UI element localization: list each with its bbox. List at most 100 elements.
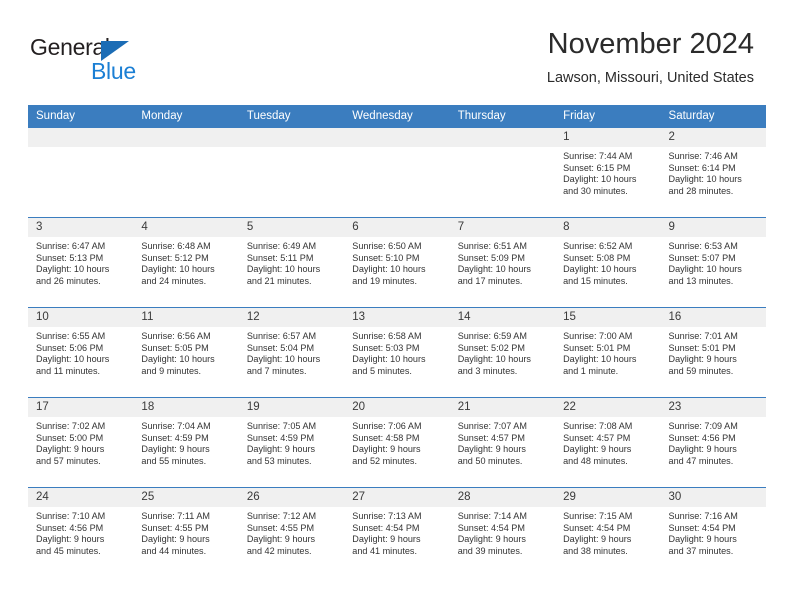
calendar-day-cell[interactable]: 5 Sunrise: 6:49 AM Sunset: 5:11 PM Daylight… (238, 217, 345, 308)
sunset-time: Sunset: 5:04 PM (246, 342, 315, 353)
calendar-day-cell[interactable]: 3 Sunrise: 6:47 AM Sunset: 5:13 PM Daylight… (28, 217, 134, 308)
calendar-page: General Blue November 2024 Lawson, Misso… (0, 0, 792, 612)
sunrise-time: Sunrise: 6:53 AM (668, 241, 738, 251)
calendar-day-cell-empty (344, 127, 450, 218)
day-number: 5 (238, 218, 345, 237)
day-number: 6 (344, 218, 450, 237)
calendar-day-cell[interactable]: 25 Sunrise: 7:11 AM Sunset: 4:55 PM Dayligh… (133, 487, 239, 578)
calendar-day-cell-empty (238, 127, 345, 218)
calendar-day-cell[interactable]: 8 Sunrise: 6:52 AM Sunset: 5:08 PM Daylight… (555, 217, 661, 308)
day-number: 30 (660, 488, 766, 507)
day-cell-inner: 24 Sunrise: 7:10 AM Sunset: 4:56 PM Dayligh… (28, 488, 134, 576)
weekday-header-monday: Monday (133, 105, 239, 128)
day-number: 27 (344, 488, 450, 507)
calendar-day-cell[interactable]: 28 Sunrise: 7:14 AM Sunset: 4:54 PM Dayligh… (449, 487, 556, 578)
calendar-day-cell[interactable]: 19 Sunrise: 7:05 AM Sunset: 4:59 PM Dayligh… (238, 397, 345, 488)
sunset-time: Sunset: 4:54 PM (457, 522, 525, 533)
title-block: November 2024 Lawson, Missouri, United S… (547, 26, 754, 87)
sunset-time: Sunset: 4:55 PM (246, 522, 315, 533)
calendar-day-cell[interactable]: 1 Sunrise: 7:44 AM Sunset: 6:15 PM Daylight… (555, 127, 661, 218)
day-number: 18 (133, 398, 239, 417)
calendar-day-cell[interactable]: 4 Sunrise: 6:48 AM Sunset: 5:12 PM Daylight… (133, 217, 239, 308)
day-number (238, 128, 345, 147)
sun-info: Sunrise: 7:46 AM Sunset: 6:14 PM Daylight:… (661, 147, 766, 197)
sun-info: Sunrise: 7:15 AM Sunset: 4:54 PM Daylight:… (555, 507, 660, 557)
day-number (449, 128, 556, 147)
calendar-day-cell[interactable]: 22 Sunrise: 7:08 AM Sunset: 4:57 PM Dayligh… (555, 397, 661, 488)
calendar-day-cell[interactable]: 9 Sunrise: 6:53 AM Sunset: 5:07 PM Daylight… (660, 217, 766, 308)
calendar-day-cell[interactable]: 26 Sunrise: 7:12 AM Sunset: 4:55 PM Dayligh… (238, 487, 345, 578)
logo-text-general: General (30, 34, 110, 60)
calendar-week-row: 1 Sunrise: 7:44 AM Sunset: 6:15 PM Daylight… (28, 127, 766, 218)
calendar-day-cell[interactable]: 20 Sunrise: 7:06 AM Sunset: 4:58 PM Dayligh… (344, 397, 450, 488)
daylight-duration-line1: Daylight: 9 hours (352, 444, 421, 455)
calendar-day-cell[interactable]: 27 Sunrise: 7:13 AM Sunset: 4:54 PM Dayligh… (344, 487, 450, 578)
day-number: 8 (555, 218, 661, 237)
calendar-day-cell[interactable]: 15 Sunrise: 7:00 AM Sunset: 5:01 PM Dayligh… (555, 307, 661, 398)
day-number: 22 (555, 398, 661, 417)
daylight-duration-line2: and 13 minutes. (668, 275, 734, 286)
sunset-time: Sunset: 5:12 PM (141, 252, 209, 263)
sunrise-time: Sunrise: 6:50 AM (352, 241, 422, 251)
calendar-day-cell[interactable]: 24 Sunrise: 7:10 AM Sunset: 4:56 PM Dayligh… (28, 487, 134, 578)
daylight-duration-line2: and 15 minutes. (563, 275, 628, 286)
calendar-day-cell[interactable]: 16 Sunrise: 7:01 AM Sunset: 5:01 PM Dayligh… (660, 307, 766, 398)
daylight-duration-line2: and 26 minutes. (36, 275, 101, 286)
sunrise-time: Sunrise: 7:05 AM (246, 421, 317, 431)
sunrise-time: Sunrise: 7:11 AM (141, 511, 210, 521)
calendar-day-cell[interactable]: 30 Sunrise: 7:16 AM Sunset: 4:54 PM Dayligh… (660, 487, 766, 578)
calendar-day-cell[interactable]: 18 Sunrise: 7:04 AM Sunset: 4:59 PM Dayligh… (133, 397, 239, 488)
day-number: 10 (28, 308, 134, 327)
sun-info: Sunrise: 7:09 AM Sunset: 4:56 PM Daylight:… (661, 417, 766, 467)
daylight-duration-line2: and 52 minutes. (352, 455, 417, 466)
day-cell-inner: 3 Sunrise: 6:47 AM Sunset: 5:13 PM Daylight… (28, 218, 134, 306)
daylight-duration-line2: and 17 minutes. (457, 275, 523, 286)
sunrise-time: Sunrise: 7:10 AM (36, 511, 106, 521)
sunset-time: Sunset: 5:08 PM (563, 252, 631, 263)
day-cell-inner (133, 128, 239, 216)
day-cell-inner: 17 Sunrise: 7:02 AM Sunset: 5:00 PM Dayligh… (28, 398, 134, 486)
page-header: General Blue November 2024 Lawson, Misso… (0, 0, 792, 100)
general-blue-logo[interactable]: General Blue (30, 34, 170, 86)
daylight-duration-line1: Daylight: 9 hours (563, 534, 632, 545)
calendar-day-cell[interactable]: 10 Sunrise: 6:55 AM Sunset: 5:06 PM Dayligh… (28, 307, 134, 398)
calendar-day-cell[interactable]: 17 Sunrise: 7:02 AM Sunset: 5:00 PM Dayligh… (28, 397, 134, 488)
sun-info: Sunrise: 7:05 AM Sunset: 4:59 PM Daylight:… (239, 417, 344, 467)
daylight-duration-line2: and 28 minutes. (668, 185, 734, 196)
day-number: 19 (238, 398, 345, 417)
day-number: 20 (344, 398, 450, 417)
day-number: 2 (660, 128, 766, 147)
sun-info: Sunrise: 6:51 AM Sunset: 5:09 PM Daylight:… (450, 237, 555, 287)
calendar-day-cell[interactable]: 14 Sunrise: 6:59 AM Sunset: 5:02 PM Dayligh… (449, 307, 556, 398)
calendar-day-cell[interactable]: 12 Sunrise: 6:57 AM Sunset: 5:04 PM Dayligh… (238, 307, 345, 398)
daylight-duration-line1: Daylight: 9 hours (457, 534, 526, 545)
calendar-day-cell[interactable]: 11 Sunrise: 6:56 AM Sunset: 5:05 PM Dayligh… (133, 307, 239, 398)
sun-info: Sunrise: 6:52 AM Sunset: 5:08 PM Daylight:… (555, 237, 660, 287)
daylight-duration-line2: and 19 minutes. (352, 275, 417, 286)
sun-info: Sunrise: 6:59 AM Sunset: 5:02 PM Daylight:… (450, 327, 555, 377)
day-number: 7 (449, 218, 556, 237)
day-cell-inner: 28 Sunrise: 7:14 AM Sunset: 4:54 PM Dayligh… (449, 488, 556, 576)
calendar-day-cell[interactable]: 6 Sunrise: 6:50 AM Sunset: 5:10 PM Daylight… (344, 217, 450, 308)
calendar-day-cell[interactable]: 7 Sunrise: 6:51 AM Sunset: 5:09 PM Daylight… (449, 217, 556, 308)
day-number: 14 (449, 308, 556, 327)
day-cell-inner: 23 Sunrise: 7:09 AM Sunset: 4:56 PM Dayligh… (660, 398, 766, 486)
day-number: 21 (449, 398, 556, 417)
sunset-time: Sunset: 5:09 PM (457, 252, 525, 263)
day-cell-inner: 13 Sunrise: 6:58 AM Sunset: 5:03 PM Dayligh… (344, 308, 450, 396)
day-cell-inner: 16 Sunrise: 7:01 AM Sunset: 5:01 PM Dayligh… (660, 308, 766, 396)
sunset-time: Sunset: 5:10 PM (352, 252, 420, 263)
daylight-duration-line1: Daylight: 10 hours (141, 354, 215, 365)
calendar-day-cell[interactable]: 23 Sunrise: 7:09 AM Sunset: 4:56 PM Dayligh… (660, 397, 766, 488)
sunset-time: Sunset: 4:59 PM (141, 432, 209, 443)
sun-info: Sunrise: 6:48 AM Sunset: 5:12 PM Daylight:… (133, 237, 238, 287)
sun-info: Sunrise: 7:07 AM Sunset: 4:57 PM Daylight:… (450, 417, 555, 467)
sun-info: Sunrise: 7:06 AM Sunset: 4:58 PM Daylight:… (344, 417, 449, 467)
calendar-day-cell[interactable]: 2 Sunrise: 7:46 AM Sunset: 6:14 PM Daylight… (660, 127, 766, 218)
calendar-day-cell[interactable]: 29 Sunrise: 7:15 AM Sunset: 4:54 PM Dayligh… (555, 487, 661, 578)
day-cell-inner (28, 128, 134, 216)
sunrise-time: Sunrise: 6:56 AM (141, 331, 211, 341)
calendar-day-cell[interactable]: 21 Sunrise: 7:07 AM Sunset: 4:57 PM Dayligh… (449, 397, 556, 488)
calendar-day-cell[interactable]: 13 Sunrise: 6:58 AM Sunset: 5:03 PM Dayligh… (344, 307, 450, 398)
daylight-duration-line2: and 41 minutes. (352, 545, 417, 556)
